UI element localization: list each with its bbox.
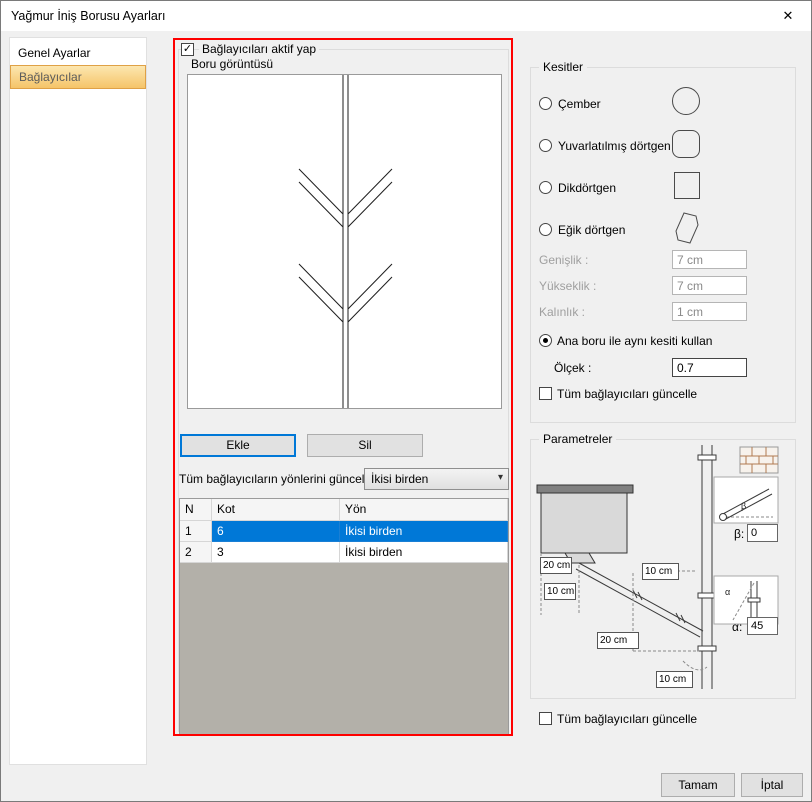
- title-bar: Yağmur İniş Borusu Ayarları ✕: [1, 1, 811, 31]
- update-directions-label: Tüm bağlayıcıların yönlerini güncelle :: [179, 472, 380, 486]
- parameters-update-all-label[interactable]: Tüm bağlayıcıları güncelle: [557, 712, 697, 726]
- parameters-update-all-checkbox[interactable]: [539, 712, 552, 725]
- table-header-row: N Kot Yön: [180, 499, 508, 521]
- alpha-glyph: α: [725, 587, 730, 597]
- scale-label: Ölçek :: [554, 361, 591, 375]
- delete-button[interactable]: Sil: [307, 434, 423, 457]
- rounded-rect-section-icon: [672, 130, 700, 158]
- radio-rect-section[interactable]: [539, 181, 552, 194]
- chevron-down-icon: ▾: [498, 472, 503, 483]
- width-input[interactable]: [672, 250, 747, 269]
- radio-rect-label[interactable]: Dikdörtgen: [558, 181, 616, 195]
- radio-rounded-rect-label[interactable]: Yuvarlatılmış dörtgen: [558, 139, 671, 153]
- dimension-label-5: 10 cm: [656, 671, 693, 688]
- alpha-label: α:: [732, 620, 742, 634]
- kot-cell[interactable]: 6: [212, 521, 340, 542]
- yon-cell[interactable]: İkisi birden: [340, 521, 508, 542]
- direction-combobox[interactable]: İkisi birden ▾: [364, 468, 509, 490]
- kot-cell[interactable]: 3: [212, 542, 340, 563]
- pipe-preview-label: Boru görüntüsü: [191, 57, 273, 71]
- thickness-input[interactable]: [672, 302, 747, 321]
- same-as-main-pipe-label[interactable]: Ana boru ile aynı kesiti kullan: [557, 334, 712, 348]
- radio-oblique-rect-label[interactable]: Eğik dörtgen: [558, 223, 625, 237]
- close-icon[interactable]: ✕: [766, 2, 810, 30]
- sections-group-title: Kesitler: [539, 60, 587, 74]
- table-header-yon[interactable]: Yön: [340, 499, 508, 521]
- pipe-preview-panel: [187, 74, 502, 409]
- radio-rounded-rect-section[interactable]: [539, 139, 552, 152]
- beta-input[interactable]: [747, 524, 778, 542]
- radio-circle-section[interactable]: [539, 97, 552, 110]
- row-index-cell: 1: [180, 521, 212, 542]
- dimension-label-1: 20 cm: [540, 557, 572, 574]
- sections-update-all-label[interactable]: Tüm bağlayıcıları güncelle: [557, 387, 697, 401]
- beta-angle-diagram: β: [714, 477, 778, 523]
- cancel-button[interactable]: İptal: [741, 773, 803, 797]
- beta-glyph: β: [741, 501, 746, 511]
- row-index-cell: 2: [180, 542, 212, 563]
- sections-update-all-checkbox[interactable]: [539, 387, 552, 400]
- enable-connectors-label[interactable]: Bağlayıcıları aktif yap: [199, 42, 319, 56]
- dimension-label-2: 10 cm: [544, 583, 576, 600]
- height-label: Yükseklik :: [539, 279, 596, 293]
- window-title: Yağmur İniş Borusu Ayarları: [11, 9, 165, 23]
- sidebar-item-baglayicilar[interactable]: Bağlayıcılar: [10, 65, 146, 89]
- dimension-label-4: 20 cm: [597, 632, 639, 649]
- yon-cell[interactable]: İkisi birden: [340, 542, 508, 563]
- check-icon: ✓: [183, 43, 192, 55]
- settings-sidebar: Genel Ayarlar Bağlayıcılar: [9, 37, 147, 765]
- thickness-label: Kalınlık :: [539, 305, 585, 319]
- table-row[interactable]: 2 3 İkisi birden: [180, 542, 508, 563]
- width-label: Genişlik :: [539, 253, 588, 267]
- table-row[interactable]: 1 6 İkisi birden: [180, 521, 508, 542]
- downpipe-preview-drawing: [188, 75, 501, 408]
- oblique-rect-section-icon: [675, 212, 699, 245]
- circle-section-icon: [672, 87, 700, 115]
- sidebar-item-genel-ayarlar[interactable]: Genel Ayarlar: [10, 41, 146, 65]
- rain-downpipe-settings-dialog: Yağmur İniş Borusu Ayarları ✕ Genel Ayar…: [0, 0, 812, 802]
- radio-same-as-main-pipe[interactable]: [539, 334, 552, 347]
- scale-input[interactable]: [672, 358, 747, 377]
- height-input[interactable]: [672, 276, 747, 295]
- connectors-table[interactable]: N Kot Yön 1 6 İkisi birden 2 3 İkisi bir…: [179, 498, 509, 736]
- direction-combobox-value: İkisi birden: [371, 472, 428, 486]
- brick-wall-icon: [740, 447, 778, 473]
- table-header-n[interactable]: N: [180, 499, 212, 521]
- table-header-kot[interactable]: Kot: [212, 499, 340, 521]
- rect-section-icon: [674, 172, 700, 199]
- radio-circle-label[interactable]: Çember: [558, 97, 601, 111]
- beta-label: β:: [734, 527, 744, 541]
- radio-oblique-rect-section[interactable]: [539, 223, 552, 236]
- alpha-input[interactable]: [747, 617, 778, 635]
- enable-connectors-checkbox[interactable]: ✓: [181, 43, 194, 56]
- dimension-label-3: 10 cm: [642, 563, 679, 580]
- add-button[interactable]: Ekle: [180, 434, 296, 457]
- ok-button[interactable]: Tamam: [661, 773, 735, 797]
